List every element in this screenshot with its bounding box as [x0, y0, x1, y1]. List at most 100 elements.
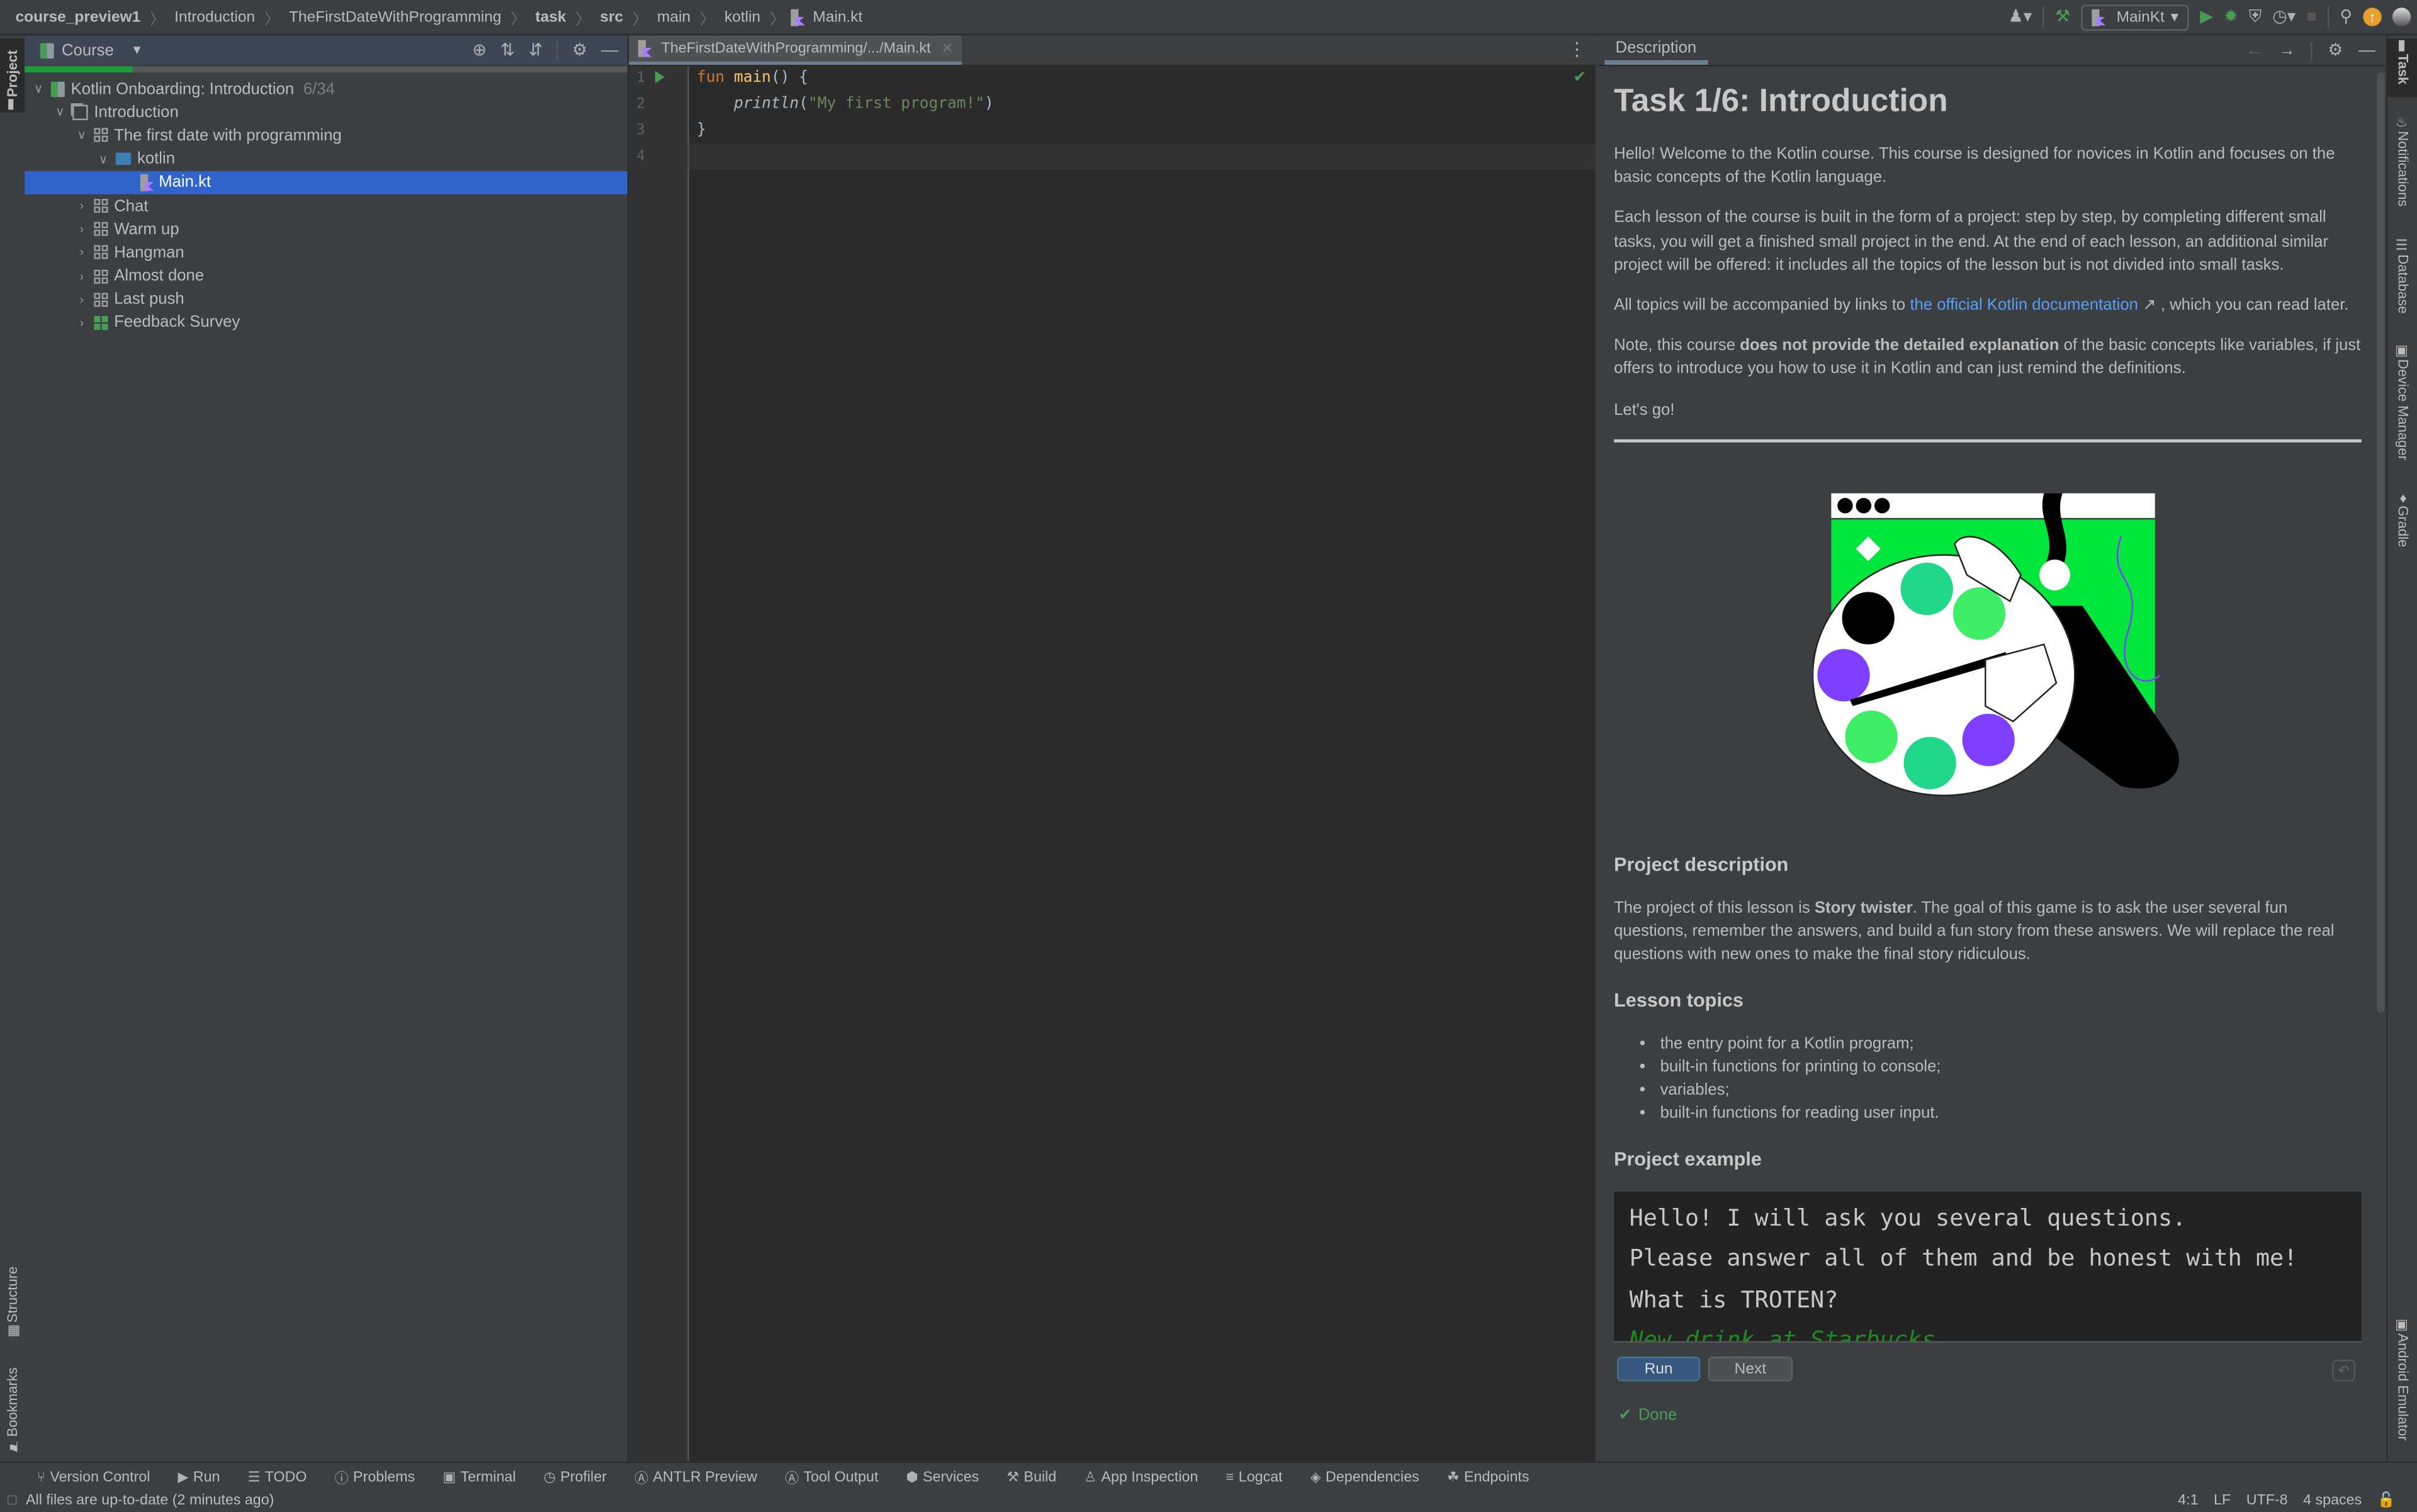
tool-tab-dependencies[interactable]: ◈ Dependencies	[1310, 1469, 1419, 1486]
file-encoding[interactable]: UTF-8	[2246, 1492, 2288, 1509]
scrollbar[interactable]	[2377, 72, 2385, 1013]
next-button[interactable]: Next	[1708, 1357, 1793, 1382]
tree-item-lesson[interactable]: › Feedback Survey	[25, 311, 628, 334]
chevron-right-icon[interactable]: ›	[74, 199, 89, 213]
profile-icon[interactable]: ◷▾	[2272, 8, 2296, 25]
chevron-down-icon[interactable]: ∨	[96, 152, 111, 166]
chevron-right-icon[interactable]: ›	[74, 245, 89, 259]
tree-item-lesson[interactable]: › Hangman	[25, 241, 628, 264]
tab-description[interactable]: Description	[1604, 35, 1708, 65]
tool-tab-endpoints[interactable]: ☘ Endpoints	[1447, 1469, 1530, 1486]
tool-tab-notifications[interactable]: ♨ Notifications	[2388, 116, 2417, 223]
breadcrumb-item[interactable]: main	[654, 8, 694, 25]
code-editor[interactable]: 1 2 3 4 fun main() { println("My first p…	[629, 66, 1596, 1462]
more-vertical-icon[interactable]: ⋮	[1568, 38, 1586, 60]
status-message[interactable]: All files are up-to-date (2 minutes ago)	[26, 1492, 274, 1509]
indent-setting[interactable]: 4 spaces	[2303, 1492, 2362, 1509]
forward-arrow-icon[interactable]: →	[2279, 41, 2296, 59]
editor-tab-bar: TheFirstDateWithProgramming/.../Main.kt …	[629, 35, 1596, 67]
caret-position[interactable]: 4:1	[2178, 1492, 2198, 1509]
tool-tab-task[interactable]: ▮ Task	[2387, 38, 2417, 98]
close-icon[interactable]: ✕	[942, 40, 953, 57]
breadcrumb-item[interactable]: src	[597, 8, 626, 25]
run-button[interactable]: Run	[1617, 1357, 1701, 1382]
expand-all-icon[interactable]: ⇅	[500, 40, 515, 60]
run-configuration-select[interactable]: MainKt ▾	[2081, 4, 2190, 30]
line-separator[interactable]: LF	[2214, 1492, 2231, 1509]
tree-item-lesson[interactable]: ∨ The first date with programming	[25, 124, 628, 147]
tool-tab-build[interactable]: ⚒ Build	[1006, 1469, 1056, 1486]
build-hammer-icon[interactable]: ⚒	[2055, 8, 2070, 25]
tool-tab-services[interactable]: ⬢ Services	[906, 1469, 979, 1486]
code-line: println("My first program!")	[733, 95, 994, 113]
breadcrumb-item[interactable]: Main.kt	[810, 8, 866, 25]
breadcrumb-item[interactable]: kotlin	[721, 8, 763, 25]
chevron-right-icon[interactable]: ›	[74, 293, 89, 307]
tool-tab-tool-output[interactable]: Ⓐ Tool Output	[785, 1467, 878, 1487]
chevron-down-icon[interactable]: ∨	[52, 105, 67, 119]
reset-icon[interactable]: ↶	[2332, 1360, 2356, 1382]
breadcrumb-item[interactable]: Introduction	[171, 8, 258, 25]
tool-tab-run[interactable]: ▶ Run	[178, 1469, 220, 1486]
collapse-all-icon[interactable]: ⇵	[529, 40, 543, 60]
chevron-right-icon[interactable]: ›	[74, 316, 89, 330]
gear-icon[interactable]: ⚙	[2328, 40, 2343, 60]
search-icon[interactable]: ⚲	[2340, 8, 2352, 25]
debug-icon[interactable]: ✹	[2224, 8, 2238, 25]
tool-tab-terminal[interactable]: ▣ Terminal	[442, 1469, 516, 1486]
tool-tab-antlr-preview[interactable]: Ⓐ ANTLR Preview	[634, 1467, 757, 1487]
user-icon[interactable]: ♟▾	[2009, 8, 2032, 25]
kotlin-file-icon	[791, 8, 805, 26]
tree-item-course[interactable]: ∨ Kotlin Onboarding: Introduction 6/34	[25, 77, 628, 100]
tree-item-section[interactable]: ∨ Introduction	[25, 101, 628, 124]
avatar[interactable]	[2392, 8, 2411, 26]
tool-tab-gradle[interactable]: ♦ Gradle	[2388, 490, 2417, 555]
tool-tab-app-inspection[interactable]: ♙ App Inspection	[1084, 1469, 1198, 1486]
tool-tab-structure[interactable]: ▦ Structure	[0, 1253, 25, 1338]
minimize-icon[interactable]: —	[2358, 41, 2375, 59]
checkmark-icon[interactable]: ✔	[1573, 69, 1586, 86]
tree-item-lesson[interactable]: › Warm up	[25, 218, 628, 241]
tree-item-file[interactable]: Main.kt	[25, 171, 628, 195]
coverage-icon[interactable]: ⛨	[2249, 8, 2262, 25]
update-icon[interactable]: ↑	[2363, 8, 2382, 26]
breadcrumb-item[interactable]: TheFirstDateWithProgramming	[286, 8, 504, 25]
back-arrow-icon[interactable]: ←	[2246, 41, 2263, 59]
stop-icon[interactable]: ■	[2306, 8, 2316, 25]
paint-purple	[1962, 713, 2015, 766]
locate-icon[interactable]: ⊕	[473, 40, 487, 60]
chevron-down-icon[interactable]: ∨	[74, 128, 89, 142]
tree-item-folder[interactable]: ∨ kotlin	[25, 147, 628, 171]
tree-item-lesson[interactable]: › Last push	[25, 288, 628, 311]
tree-item-lesson[interactable]: › Almost done	[25, 264, 628, 288]
minimize-icon[interactable]: —	[601, 41, 618, 59]
view-selector[interactable]: Course ▼	[40, 41, 143, 59]
editor-tab[interactable]: TheFirstDateWithProgramming/.../Main.kt …	[629, 35, 962, 65]
tool-tab-problems[interactable]: ⓘ Problems	[335, 1467, 415, 1487]
chevron-right-icon: 〉	[769, 11, 786, 29]
unlock-icon[interactable]: 🔓	[2377, 1492, 2396, 1509]
tool-tab-logcat[interactable]: ≡ Logcat	[1226, 1469, 1283, 1486]
run-icon[interactable]: ▶	[2200, 8, 2213, 25]
tool-tab-todo[interactable]: ☰ TODO	[248, 1469, 307, 1486]
tool-tab-bookmarks[interactable]: ⚑ Bookmarks	[0, 1357, 25, 1452]
tool-tab-device-manager[interactable]: ▣ Device Manager	[2388, 344, 2417, 470]
gear-icon[interactable]: ⚙	[572, 40, 587, 60]
chevron-right-icon[interactable]: ›	[74, 222, 89, 236]
tool-tab-android-emulator[interactable]: ▣ Android Emulator	[2388, 1318, 2417, 1454]
course-icon	[40, 42, 54, 58]
chevron-right-icon[interactable]: ›	[74, 269, 89, 283]
antlr-icon: Ⓐ	[634, 1470, 649, 1486]
chevron-down-icon[interactable]: ∨	[31, 82, 46, 96]
tool-tab-profiler[interactable]: ◷ Profiler	[544, 1469, 607, 1486]
run-gutter-icon[interactable]	[655, 71, 665, 84]
window-dot	[1874, 497, 1890, 514]
toggle-tool-windows-icon[interactable]: □	[8, 1492, 16, 1509]
tool-tab-database[interactable]: ☰ Database	[2388, 239, 2417, 324]
breadcrumb-item[interactable]: course_preview1	[13, 8, 144, 25]
kotlin-docs-link[interactable]: the official Kotlin documentation	[1910, 296, 2138, 314]
breadcrumb-item[interactable]: task	[532, 8, 570, 25]
tool-tab-version-control[interactable]: ⑂ Version Control	[37, 1469, 150, 1486]
tree-item-lesson[interactable]: › Chat	[25, 194, 628, 217]
tool-tab-project[interactable]: ▮ Project	[0, 38, 25, 113]
